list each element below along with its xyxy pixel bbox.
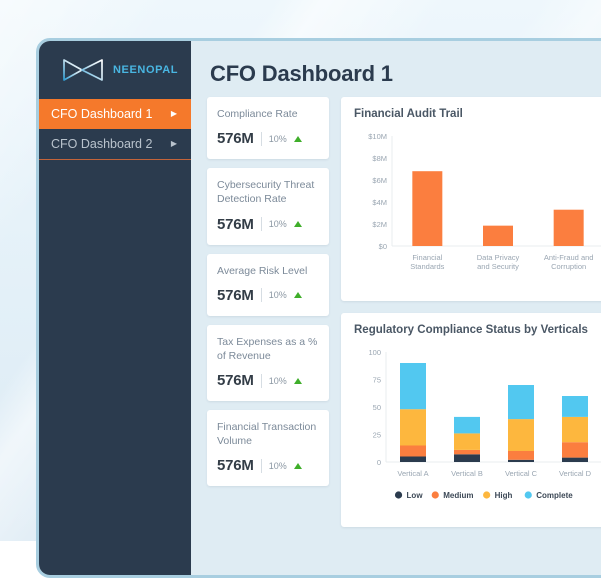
svg-text:$4M: $4M <box>372 198 387 207</box>
sidebar: NEENOPAL CFO Dashboard 1 ▶ CFO Dashboard… <box>39 41 191 575</box>
svg-text:Low: Low <box>407 491 424 500</box>
bar-chart-svg: $0 $2M $4M $6M $8M $10M FinancialStandards Data… <box>354 128 601 293</box>
svg-text:Vertical C: Vertical C <box>505 469 538 478</box>
svg-text:0: 0 <box>377 458 381 467</box>
svg-text:Vertical D: Vertical D <box>559 469 592 478</box>
kpi-label: Financial Transaction Volume <box>217 420 319 448</box>
kpi-card-financial-transaction-volume[interactable]: Financial Transaction Volume 576M 10% <box>207 410 329 486</box>
brand-name: NEENOPAL <box>113 64 178 76</box>
chart-card-financial-audit-trail[interactable]: Financial Audit Trail $0 $2M $4M $6M $8M $10M… <box>341 97 601 301</box>
kpi-delta: 10% <box>269 219 287 229</box>
kpi-delta: 10% <box>269 134 287 144</box>
kpi-label: Compliance Rate <box>217 107 319 121</box>
kpi-value: 576M <box>217 130 254 147</box>
kpi-card-average-risk-level[interactable]: Average Risk Level 576M 10% <box>207 254 329 316</box>
sidebar-item-cfo-dashboard-2[interactable]: CFO Dashboard 2 ▶ <box>39 129 191 159</box>
chart-title: Financial Audit Trail <box>354 108 601 120</box>
sidebar-item-label: CFO Dashboard 1 <box>51 107 152 121</box>
kpi-card-tax-expenses-percent-of-revenue[interactable]: Tax Expenses as a % of Revenue 576M 10% <box>207 325 329 401</box>
kpi-value-row: 576M 10% <box>217 216 319 233</box>
kpi-label: Cybersecurity Threat Detection Rate <box>217 178 319 206</box>
brand-logo[interactable]: NEENOPAL <box>39 41 191 99</box>
triangle-up-icon <box>294 136 302 142</box>
kpi-delta: 10% <box>269 376 287 386</box>
svg-text:Vertical A: Vertical A <box>397 469 428 478</box>
svg-text:Corruption: Corruption <box>551 262 586 271</box>
kpi-value: 576M <box>217 287 254 304</box>
svg-text:Standards: Standards <box>410 262 444 271</box>
svg-text:Financial: Financial <box>412 253 442 262</box>
chevron-right-icon: ▶ <box>171 110 177 118</box>
dashboard-window: NEENOPAL CFO Dashboard 1 ▶ CFO Dashboard… <box>36 38 601 578</box>
chart-title: Regulatory Compliance Status by Vertical… <box>354 324 601 336</box>
kpi-value: 576M <box>217 457 254 474</box>
kpi-column: Compliance Rate 576M 10% Cybersecurity T… <box>207 97 329 486</box>
kpi-label: Tax Expenses as a % of Revenue <box>217 335 319 363</box>
svg-text:and Security: and Security <box>477 262 519 271</box>
sidebar-divider <box>39 159 191 160</box>
kpi-delta: 10% <box>269 290 287 300</box>
kpi-delta: 10% <box>269 461 287 471</box>
svg-text:$0: $0 <box>379 242 387 251</box>
kpi-divider <box>261 288 262 302</box>
kpi-divider <box>261 217 262 231</box>
stacked-bar-chart-svg: 0 25 50 75 100 Vertical A Vertical B Vertical C… <box>354 344 601 519</box>
kpi-value-row: 576M 10% <box>217 457 319 474</box>
svg-text:Complete: Complete <box>536 491 573 500</box>
content-row: Compliance Rate 576M 10% Cybersecurity T… <box>207 97 601 527</box>
svg-text:100: 100 <box>368 348 381 357</box>
svg-text:50: 50 <box>373 403 381 412</box>
svg-text:Data Privacy: Data Privacy <box>477 253 520 262</box>
page-title: CFO Dashboard 1 <box>210 61 601 87</box>
kpi-value-row: 576M 10% <box>217 372 319 389</box>
kpi-card-cybersecurity-threat-detection-rate[interactable]: Cybersecurity Threat Detection Rate 576M… <box>207 168 329 244</box>
chart-card-regulatory-compliance-status[interactable]: Regulatory Compliance Status by Vertical… <box>341 313 601 527</box>
kpi-divider <box>261 374 262 388</box>
financial-audit-trail-plot: $0 $2M $4M $6M $8M $10M FinancialStandards Data… <box>354 128 601 293</box>
chart-column: Financial Audit Trail $0 $2M $4M $6M $8M $10M… <box>341 97 601 527</box>
kpi-divider <box>261 132 262 146</box>
kpi-card-compliance-rate[interactable]: Compliance Rate 576M 10% <box>207 97 329 159</box>
svg-text:Vertical B: Vertical B <box>451 469 483 478</box>
main-content: CFO Dashboard 1 Compliance Rate 576M 10%… <box>191 41 601 575</box>
svg-text:$8M: $8M <box>372 154 387 163</box>
svg-text:$10M: $10M <box>368 132 387 141</box>
svg-text:High: High <box>495 491 513 500</box>
kpi-value: 576M <box>217 372 254 389</box>
svg-text:Medium: Medium <box>443 491 473 500</box>
triangle-up-icon <box>294 221 302 227</box>
sidebar-item-cfo-dashboard-1[interactable]: CFO Dashboard 1 ▶ <box>39 99 191 129</box>
kpi-value: 576M <box>217 216 254 233</box>
triangle-up-icon <box>294 463 302 469</box>
sidebar-item-label: CFO Dashboard 2 <box>51 137 152 151</box>
chevron-right-icon: ▶ <box>171 140 177 148</box>
kpi-divider <box>261 459 262 473</box>
kpi-label: Average Risk Level <box>217 264 319 278</box>
svg-text:25: 25 <box>373 431 381 440</box>
kpi-value-row: 576M 10% <box>217 130 319 147</box>
svg-text:$6M: $6M <box>372 176 387 185</box>
kpi-value-row: 576M 10% <box>217 287 319 304</box>
regulatory-compliance-plot: 0 25 50 75 100 Vertical A Vertical B Vertical C… <box>354 344 601 519</box>
infinity-bowtie-icon <box>61 57 105 83</box>
svg-text:75: 75 <box>373 376 381 385</box>
triangle-up-icon <box>294 292 302 298</box>
triangle-up-icon <box>294 378 302 384</box>
svg-text:$2M: $2M <box>372 220 387 229</box>
svg-text:Anti-Fraud and: Anti-Fraud and <box>544 253 594 262</box>
